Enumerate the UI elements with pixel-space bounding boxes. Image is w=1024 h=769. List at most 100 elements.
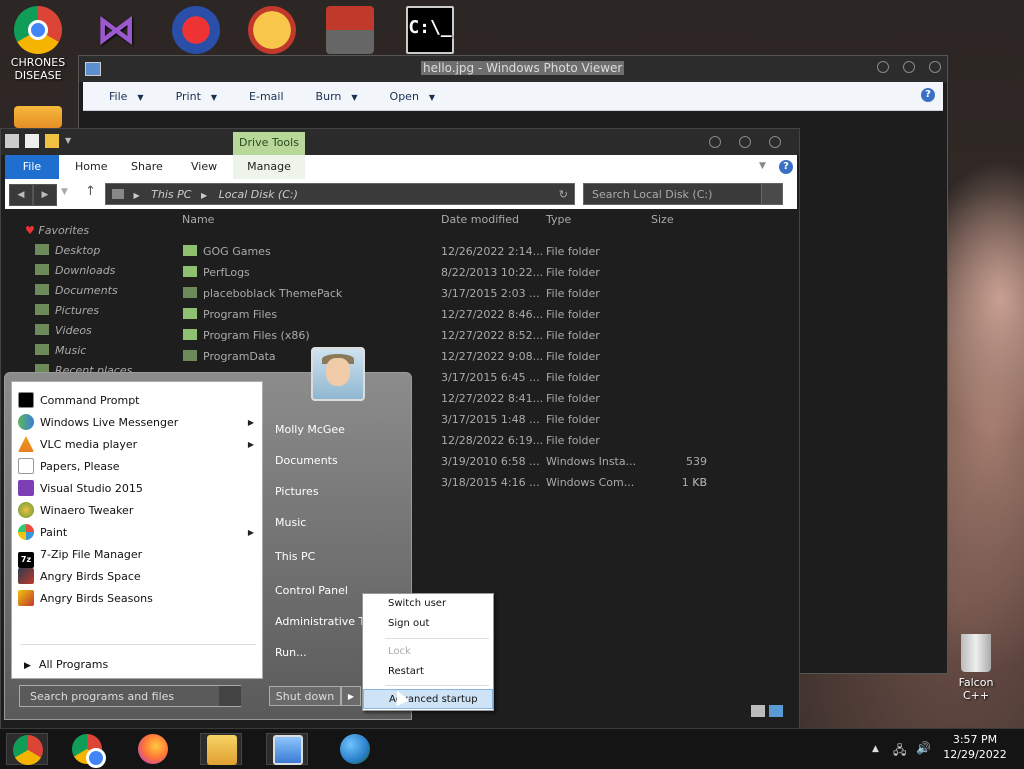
desktop-icon-visual-studio[interactable]: ⋈ (84, 6, 148, 56)
tab-manage[interactable]: Manage (233, 155, 305, 179)
desktop-icon-papyrus[interactable] (240, 6, 304, 56)
nav-pictures[interactable]: Pictures (35, 301, 99, 321)
recent-chevron-icon[interactable]: ▼ (61, 187, 68, 197)
menu-file[interactable]: File ▼ (103, 90, 150, 103)
view-toggle (751, 705, 787, 720)
help-icon[interactable]: ? (921, 88, 935, 102)
column-date-modified[interactable]: Date modified (441, 213, 519, 226)
program-item[interactable]: Paint ▶ (18, 522, 254, 544)
menu-item-sign-out[interactable]: Sign out (363, 614, 493, 634)
address-path[interactable]: ▶ This PC ▶ Local Disk (C:) ↻ (105, 183, 575, 205)
tray-expand-icon[interactable]: ▲ (872, 744, 879, 754)
table-row[interactable]: PerfLogs 8/22/2013 10:22... File folder (183, 262, 743, 283)
program-item[interactable]: 7z 7-Zip File Manager (18, 544, 254, 568)
chevron-down-icon[interactable]: ▼ (65, 134, 75, 148)
close-button[interactable] (769, 136, 781, 148)
menu-burn[interactable]: Burn ▼ (310, 90, 364, 103)
up-arrow-icon[interactable]: ↑ (85, 184, 96, 199)
tab-home[interactable]: Home (75, 155, 107, 179)
chevron-down-icon: ▼ (210, 92, 218, 102)
new-folder-icon[interactable] (45, 134, 59, 148)
search-input[interactable]: Search Local Disk (C:) (583, 183, 781, 205)
start-pictures[interactable]: Pictures (275, 485, 319, 498)
table-row[interactable]: ProgramData 12/27/2022 9:08... File folder (183, 346, 743, 367)
desktop-icon-cmd[interactable]: C:\_ (398, 6, 462, 56)
breadcrumb-current[interactable]: Local Disk (C:) (219, 188, 298, 201)
menu-print[interactable]: Print ▼ (170, 90, 223, 103)
program-item[interactable]: VLC media player ▶ (18, 434, 254, 456)
help-icon[interactable]: ? (779, 160, 793, 174)
table-row[interactable]: Program Files (x86) 12/27/2022 8:52... Fil… (183, 325, 743, 346)
program-item[interactable]: Angry Birds Seasons (18, 588, 254, 610)
minimize-button[interactable] (709, 136, 721, 148)
search-icon[interactable] (761, 183, 783, 205)
start-button[interactable] (6, 733, 48, 765)
tab-share[interactable]: Share (131, 155, 163, 179)
refresh-icon[interactable]: ↻ (559, 184, 568, 206)
tab-view[interactable]: View (191, 155, 217, 179)
user-avatar[interactable] (311, 347, 365, 401)
nav-documents[interactable]: Documents (35, 281, 118, 301)
breadcrumb-root[interactable]: This PC (151, 188, 191, 201)
table-row[interactable]: placeboblack ThemePack 3/17/2015 2:03 ...… (183, 283, 743, 304)
desktop-icon-folder[interactable] (6, 106, 70, 130)
network-icon[interactable]: 🖧 (893, 741, 906, 762)
taskbar-clock[interactable]: 3:57 PM 12/29/2022 (930, 732, 1020, 762)
start-this-pc[interactable]: This PC (275, 550, 315, 563)
program-item[interactable]: Papers, Please (18, 456, 254, 478)
taskbar-firefox[interactable] (132, 733, 174, 765)
desktop-icon-app4[interactable] (318, 6, 382, 56)
taskbar-chrome[interactable] (66, 733, 108, 768)
program-item[interactable]: Visual Studio 2015 (18, 478, 254, 500)
start-music[interactable]: Music (275, 516, 306, 529)
start-user-name[interactable]: Molly McGee (275, 423, 345, 436)
nav-music[interactable]: Music (35, 341, 86, 361)
photo-viewer-titlebar[interactable]: hello.jpg - Windows Photo Viewer (79, 56, 947, 82)
table-row[interactable]: GOG Games 12/26/2022 2:14... File folder (183, 241, 743, 262)
column-name[interactable]: Name (182, 213, 214, 226)
program-item[interactable]: Angry Birds Space (18, 566, 254, 588)
table-row[interactable]: Program Files 12/27/2022 8:46... File fold… (183, 304, 743, 325)
desktop-icon-chrome[interactable]: CHRONES DISEASE (6, 6, 70, 82)
menu-open[interactable]: Open ▼ (384, 90, 442, 103)
program-item[interactable]: Winaero Tweaker (18, 500, 254, 522)
properties-icon[interactable] (25, 134, 39, 148)
forward-button[interactable]: ▶ (33, 184, 57, 206)
taskbar-file-explorer[interactable] (200, 733, 242, 765)
menu-item-advanced-startup[interactable]: Advanced startup (363, 689, 493, 709)
power-options-arrow-button[interactable]: ▶ (341, 686, 361, 706)
menu-item-restart[interactable]: Restart (363, 662, 493, 682)
minimize-button[interactable] (877, 61, 889, 73)
column-size[interactable]: Size (651, 213, 674, 226)
large-icons-view-icon[interactable] (769, 705, 783, 717)
desktop-icon-app2[interactable] (164, 6, 228, 56)
tab-file[interactable]: File (5, 155, 59, 179)
start-search-input[interactable]: Search programs and files (19, 685, 241, 707)
nav-downloads[interactable]: Downloads (35, 261, 115, 281)
nav-favorites[interactable]: ♥ Favorites (25, 221, 89, 241)
start-documents[interactable]: Documents (275, 454, 338, 467)
close-button[interactable] (929, 61, 941, 73)
start-administrative-tools[interactable]: Administrative T (275, 615, 365, 628)
start-run[interactable]: Run... (275, 646, 307, 659)
program-item[interactable]: Windows Live Messenger ▶ (18, 412, 254, 434)
maximize-button[interactable] (739, 136, 751, 148)
column-type[interactable]: Type (546, 213, 571, 226)
nav-videos[interactable]: Videos (35, 321, 92, 341)
chevron-down-icon[interactable]: ▼ (759, 161, 766, 171)
menu-email[interactable]: E-mail (243, 90, 290, 103)
details-view-icon[interactable] (751, 705, 765, 717)
maximize-button[interactable] (903, 61, 915, 73)
nav-desktop[interactable]: Desktop (35, 241, 100, 261)
desktop-icon-recycle-bin[interactable]: Falcon C++ (944, 634, 1008, 702)
taskbar-users[interactable] (334, 733, 376, 765)
program-item[interactable]: Command Prompt (18, 390, 254, 412)
all-programs-button[interactable]: ▶ All Programs (24, 658, 108, 671)
taskbar-photo-viewer[interactable] (266, 733, 308, 765)
volume-icon[interactable]: 🔊 (916, 741, 931, 755)
start-control-panel[interactable]: Control Panel (275, 584, 348, 597)
menu-item-switch-user[interactable]: Switch user (363, 594, 493, 614)
search-icon[interactable] (219, 686, 241, 706)
shut-down-button[interactable]: Shut down (269, 686, 341, 706)
back-button[interactable]: ◀ (9, 184, 33, 206)
